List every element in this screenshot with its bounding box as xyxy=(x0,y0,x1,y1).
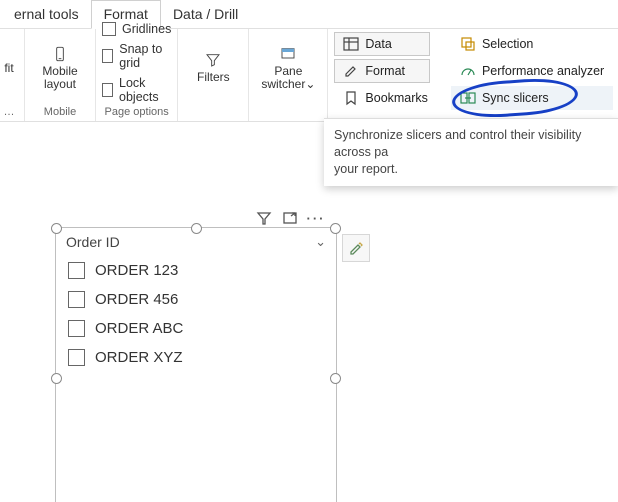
mobile-caption: Mobile xyxy=(44,104,76,121)
page-options-caption: Page options xyxy=(105,104,169,121)
phone-icon xyxy=(52,46,68,62)
pane-sync-slicers-button[interactable]: Sync slicers xyxy=(451,86,613,110)
more-options-icon[interactable]: ··· xyxy=(308,210,324,226)
resize-handle[interactable] xyxy=(330,223,341,234)
pane-switcher-button[interactable]: Paneswitcher⌄ xyxy=(255,44,321,93)
slicer-item[interactable]: ORDER 123 xyxy=(60,256,332,285)
fit-caption: … xyxy=(4,104,15,121)
pane-bookmarks-button[interactable]: Bookmarks xyxy=(334,86,437,110)
pane-data-button[interactable]: Data xyxy=(334,32,430,56)
pane-selection-button[interactable]: Selection xyxy=(451,32,613,56)
chevron-down-icon: ⌄ xyxy=(305,77,315,91)
format-brush-button[interactable] xyxy=(342,234,370,262)
slicer-visual[interactable]: Order ID ⌄ ORDER 123 ORDER 456 ORDER ABC… xyxy=(55,227,337,502)
tab-data-drill[interactable]: Data / Drill xyxy=(161,1,250,28)
focus-mode-icon[interactable] xyxy=(282,210,298,226)
resize-handle[interactable] xyxy=(330,373,341,384)
sync-slicers-icon xyxy=(460,90,476,106)
ribbon-tabs: ernal tools Format Data / Drill xyxy=(0,0,618,29)
slicer-items: ORDER 123 ORDER 456 ORDER ABC ORDER XYZ xyxy=(56,252,336,380)
table-icon xyxy=(343,36,359,52)
selection-icon xyxy=(460,36,476,52)
ribbon-group-pane-switcher: Paneswitcher⌄ xyxy=(249,29,328,121)
gauge-icon xyxy=(460,63,476,79)
ribbon-group-fit: fit … xyxy=(0,29,25,121)
gridlines-checkbox[interactable]: Gridlines xyxy=(102,22,171,36)
slicer-item[interactable]: ORDER ABC xyxy=(60,314,332,343)
ribbon-group-mobile: Mobilelayout Mobile xyxy=(25,29,96,121)
slicer-item[interactable]: ORDER 456 xyxy=(60,285,332,314)
pane-performance-button[interactable]: Performance analyzer xyxy=(451,59,613,83)
ribbon-group-show-panes: Data Format Bookmarks Selection xyxy=(328,29,618,127)
report-canvas[interactable]: ··· Order ID ⌄ ORDER 123 ORDER 456 ORDER… xyxy=(0,160,618,502)
pane-icon xyxy=(280,46,296,62)
resize-handle[interactable] xyxy=(51,223,62,234)
pane-format-button[interactable]: Format xyxy=(334,59,430,83)
bookmark-icon xyxy=(343,90,359,106)
mobile-label-2: layout xyxy=(44,77,76,91)
ribbon: fit … Mobilelayout Mobile Gridlines Snap… xyxy=(0,29,618,122)
paintbrush-icon xyxy=(348,240,364,256)
ribbon-group-filters: Filters xyxy=(178,29,249,121)
mobile-layout-button[interactable]: Mobilelayout xyxy=(31,44,89,93)
brush-icon xyxy=(343,63,359,79)
filter-icon[interactable] xyxy=(256,210,272,226)
funnel-icon xyxy=(205,52,221,68)
mobile-label-1: Mobile xyxy=(42,64,77,78)
lock-objects-checkbox[interactable]: Lock objects xyxy=(102,76,171,104)
slicer-title: Order ID xyxy=(66,234,120,250)
resize-handle[interactable] xyxy=(191,223,202,234)
visual-header: ··· xyxy=(256,210,324,226)
chevron-down-icon[interactable]: ⌄ xyxy=(315,234,326,250)
filters-button[interactable]: Filters xyxy=(184,50,242,86)
snap-to-grid-checkbox[interactable]: Snap to grid xyxy=(102,42,171,70)
ribbon-group-page-options: Gridlines Snap to grid Lock objects Page… xyxy=(96,29,178,121)
resize-handle[interactable] xyxy=(51,373,62,384)
slicer-item[interactable]: ORDER XYZ xyxy=(60,343,332,372)
tab-external-tools[interactable]: ernal tools xyxy=(2,1,91,28)
